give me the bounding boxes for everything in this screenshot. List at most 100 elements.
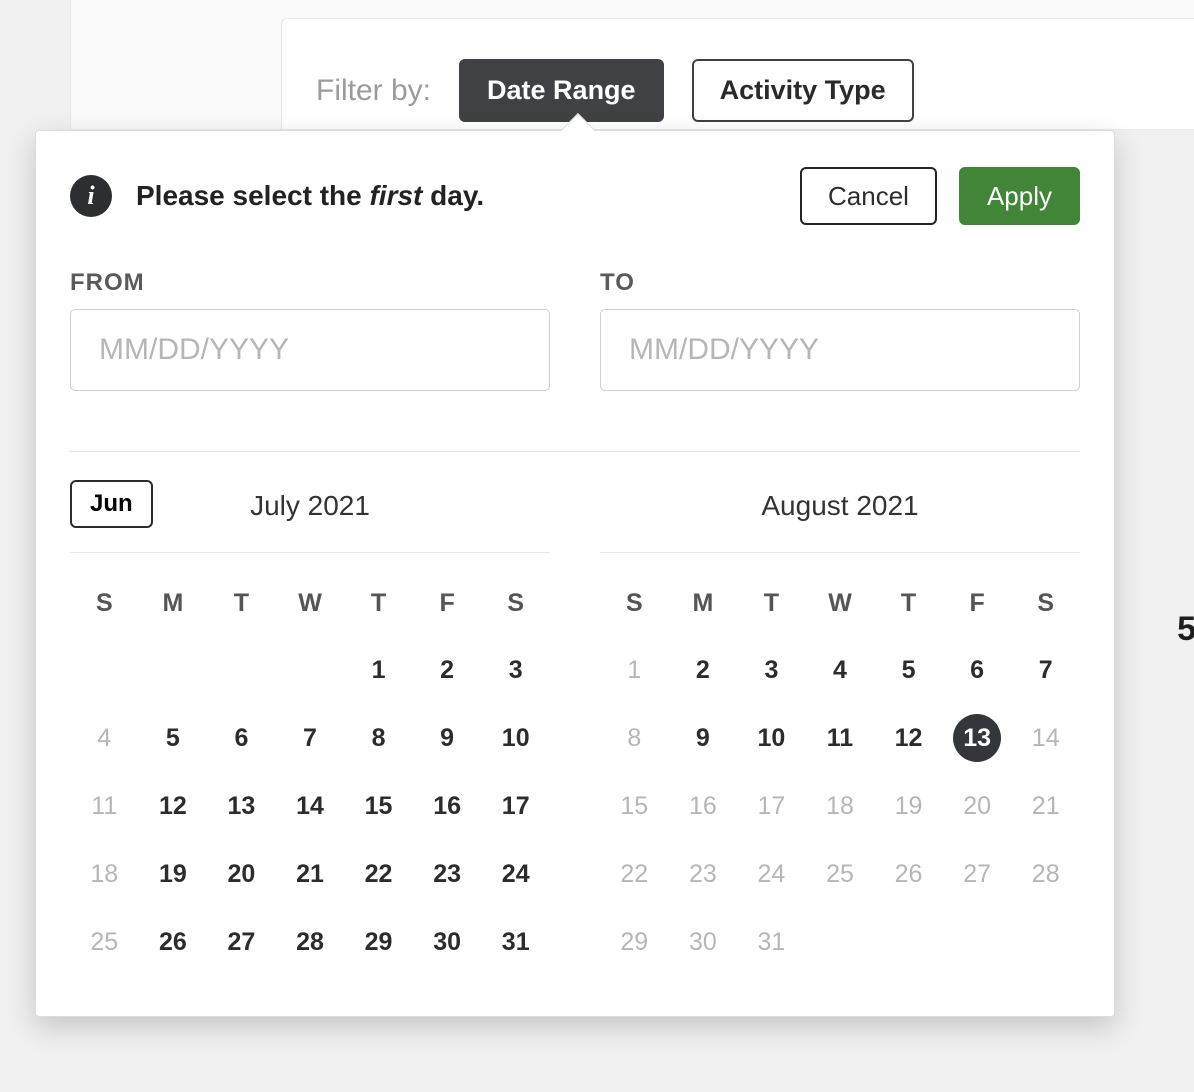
info-icon: i <box>70 175 112 217</box>
calendar-right-underline <box>600 552 1080 553</box>
calendar-left-underline <box>70 552 550 553</box>
from-label: FROM <box>70 269 550 297</box>
calendar-week-row: 456789 10 <box>70 704 550 772</box>
calendar-day: 28 <box>1022 850 1070 898</box>
calendar-day <box>149 646 197 694</box>
calendar-day: 18 <box>816 782 864 830</box>
calendar-day[interactable]: 8 <box>355 714 403 762</box>
date-range-popover: i Please select the first day. Cancel Ap… <box>35 130 1115 1017</box>
calendar-day[interactable]: 6 <box>217 714 265 762</box>
calendar-day[interactable]: 21 <box>286 850 334 898</box>
calendar-day[interactable]: 22 <box>355 850 403 898</box>
calendar-day: 11 <box>80 782 128 830</box>
calendar-day[interactable]: 3 <box>747 646 795 694</box>
hint-em: first <box>369 180 422 211</box>
calendar-day[interactable]: 29 <box>355 918 403 966</box>
calendar-day[interactable]: 2 <box>423 646 471 694</box>
calendar-day[interactable]: 2 <box>679 646 727 694</box>
calendar-day: 29 <box>610 918 658 966</box>
calendar-day[interactable]: 20 <box>217 850 265 898</box>
calendar-day <box>286 646 334 694</box>
calendar-day[interactable]: 7 <box>286 714 334 762</box>
calendar-day[interactable]: 15 <box>355 782 403 830</box>
hint-row: i Please select the first day. <box>70 175 484 217</box>
calendar-day <box>953 918 1001 966</box>
calendar-day[interactable]: 11 <box>816 714 864 762</box>
weekday-label: S <box>481 589 550 618</box>
calendar-day[interactable]: 5 <box>149 714 197 762</box>
calendar-day: 25 <box>80 918 128 966</box>
calendar-day[interactable]: 9 <box>679 714 727 762</box>
weekday-label: S <box>70 589 139 618</box>
weekday-label: T <box>344 589 413 618</box>
calendars: Jun July 2021 SMTWTFS 123456789101112131… <box>70 478 1080 976</box>
prev-month-button[interactable]: Jun <box>70 480 153 528</box>
calendar-day: 26 <box>885 850 933 898</box>
calendar-day[interactable]: 6 <box>953 646 1001 694</box>
calendar-day: 4 <box>80 714 128 762</box>
calendar-day[interactable]: 10 <box>492 714 540 762</box>
calendar-week-row: 11 12 13 14 15 16 17 <box>70 772 550 840</box>
calendar-day: 25 <box>816 850 864 898</box>
calendar-day[interactable]: 9 <box>423 714 471 762</box>
weekday-label: W <box>806 589 875 618</box>
calendar-right: August 2021 SMTWTFS 12345678910111213141… <box>600 478 1080 976</box>
calendar-day[interactable]: 5 <box>885 646 933 694</box>
hint-text: Please select the first day. <box>136 180 484 212</box>
weekday-label: F <box>413 589 482 618</box>
calendar-day[interactable]: 23 <box>423 850 471 898</box>
calendar-day: 24 <box>747 850 795 898</box>
weekday-label: S <box>600 589 669 618</box>
calendar-week-row: 891011121314 <box>600 704 1080 772</box>
tab-date-range[interactable]: Date Range <box>459 59 664 122</box>
calendar-day <box>816 918 864 966</box>
calendar-day[interactable]: 10 <box>747 714 795 762</box>
calendar-day[interactable]: 13 <box>953 714 1001 762</box>
calendar-right-weekdays: SMTWTFS <box>600 589 1080 618</box>
calendar-day <box>80 646 128 694</box>
calendar-day[interactable]: 14 <box>286 782 334 830</box>
calendar-day[interactable]: 4 <box>816 646 864 694</box>
from-input[interactable] <box>70 309 550 391</box>
calendar-day[interactable]: 30 <box>423 918 471 966</box>
weekday-label: M <box>139 589 208 618</box>
calendar-day: 1 <box>610 646 658 694</box>
calendar-day: 22 <box>610 850 658 898</box>
background-glimpse-digit: 5 <box>1177 610 1194 649</box>
calendar-day: 27 <box>953 850 1001 898</box>
hint-prefix: Please select the <box>136 180 369 211</box>
calendar-day[interactable]: 27 <box>217 918 265 966</box>
calendar-day: 17 <box>747 782 795 830</box>
calendar-week-row: 25 26 27 28 29 30 31 <box>70 908 550 976</box>
calendar-day[interactable]: 16 <box>423 782 471 830</box>
weekday-label: T <box>874 589 943 618</box>
cancel-button[interactable]: Cancel <box>800 167 937 225</box>
calendar-day[interactable]: 13 <box>217 782 265 830</box>
calendar-day: 19 <box>885 782 933 830</box>
to-field: TO <box>600 269 1080 391</box>
calendar-day: 30 <box>679 918 727 966</box>
calendar-day: 18 <box>80 850 128 898</box>
calendar-day <box>885 918 933 966</box>
calendar-day[interactable]: 26 <box>149 918 197 966</box>
apply-button[interactable]: Apply <box>959 167 1080 225</box>
calendar-day[interactable]: 12 <box>885 714 933 762</box>
calendar-day[interactable]: 19 <box>149 850 197 898</box>
to-input[interactable] <box>600 309 1080 391</box>
hint-suffix: day. <box>422 180 484 211</box>
calendar-day: 23 <box>679 850 727 898</box>
calendar-day[interactable]: 24 <box>492 850 540 898</box>
calendar-day[interactable]: 7 <box>1022 646 1070 694</box>
calendar-day[interactable]: 31 <box>492 918 540 966</box>
calendar-day: 20 <box>953 782 1001 830</box>
calendar-week-row: 1234567 <box>600 636 1080 704</box>
section-divider <box>70 451 1080 452</box>
calendar-day[interactable]: 17 <box>492 782 540 830</box>
to-label: TO <box>600 269 1080 297</box>
calendar-day[interactable]: 12 <box>149 782 197 830</box>
tab-activity-type[interactable]: Activity Type <box>692 59 914 122</box>
calendar-day[interactable]: 1 <box>355 646 403 694</box>
weekday-label: M <box>669 589 738 618</box>
calendar-day[interactable]: 28 <box>286 918 334 966</box>
calendar-day[interactable]: 3 <box>492 646 540 694</box>
